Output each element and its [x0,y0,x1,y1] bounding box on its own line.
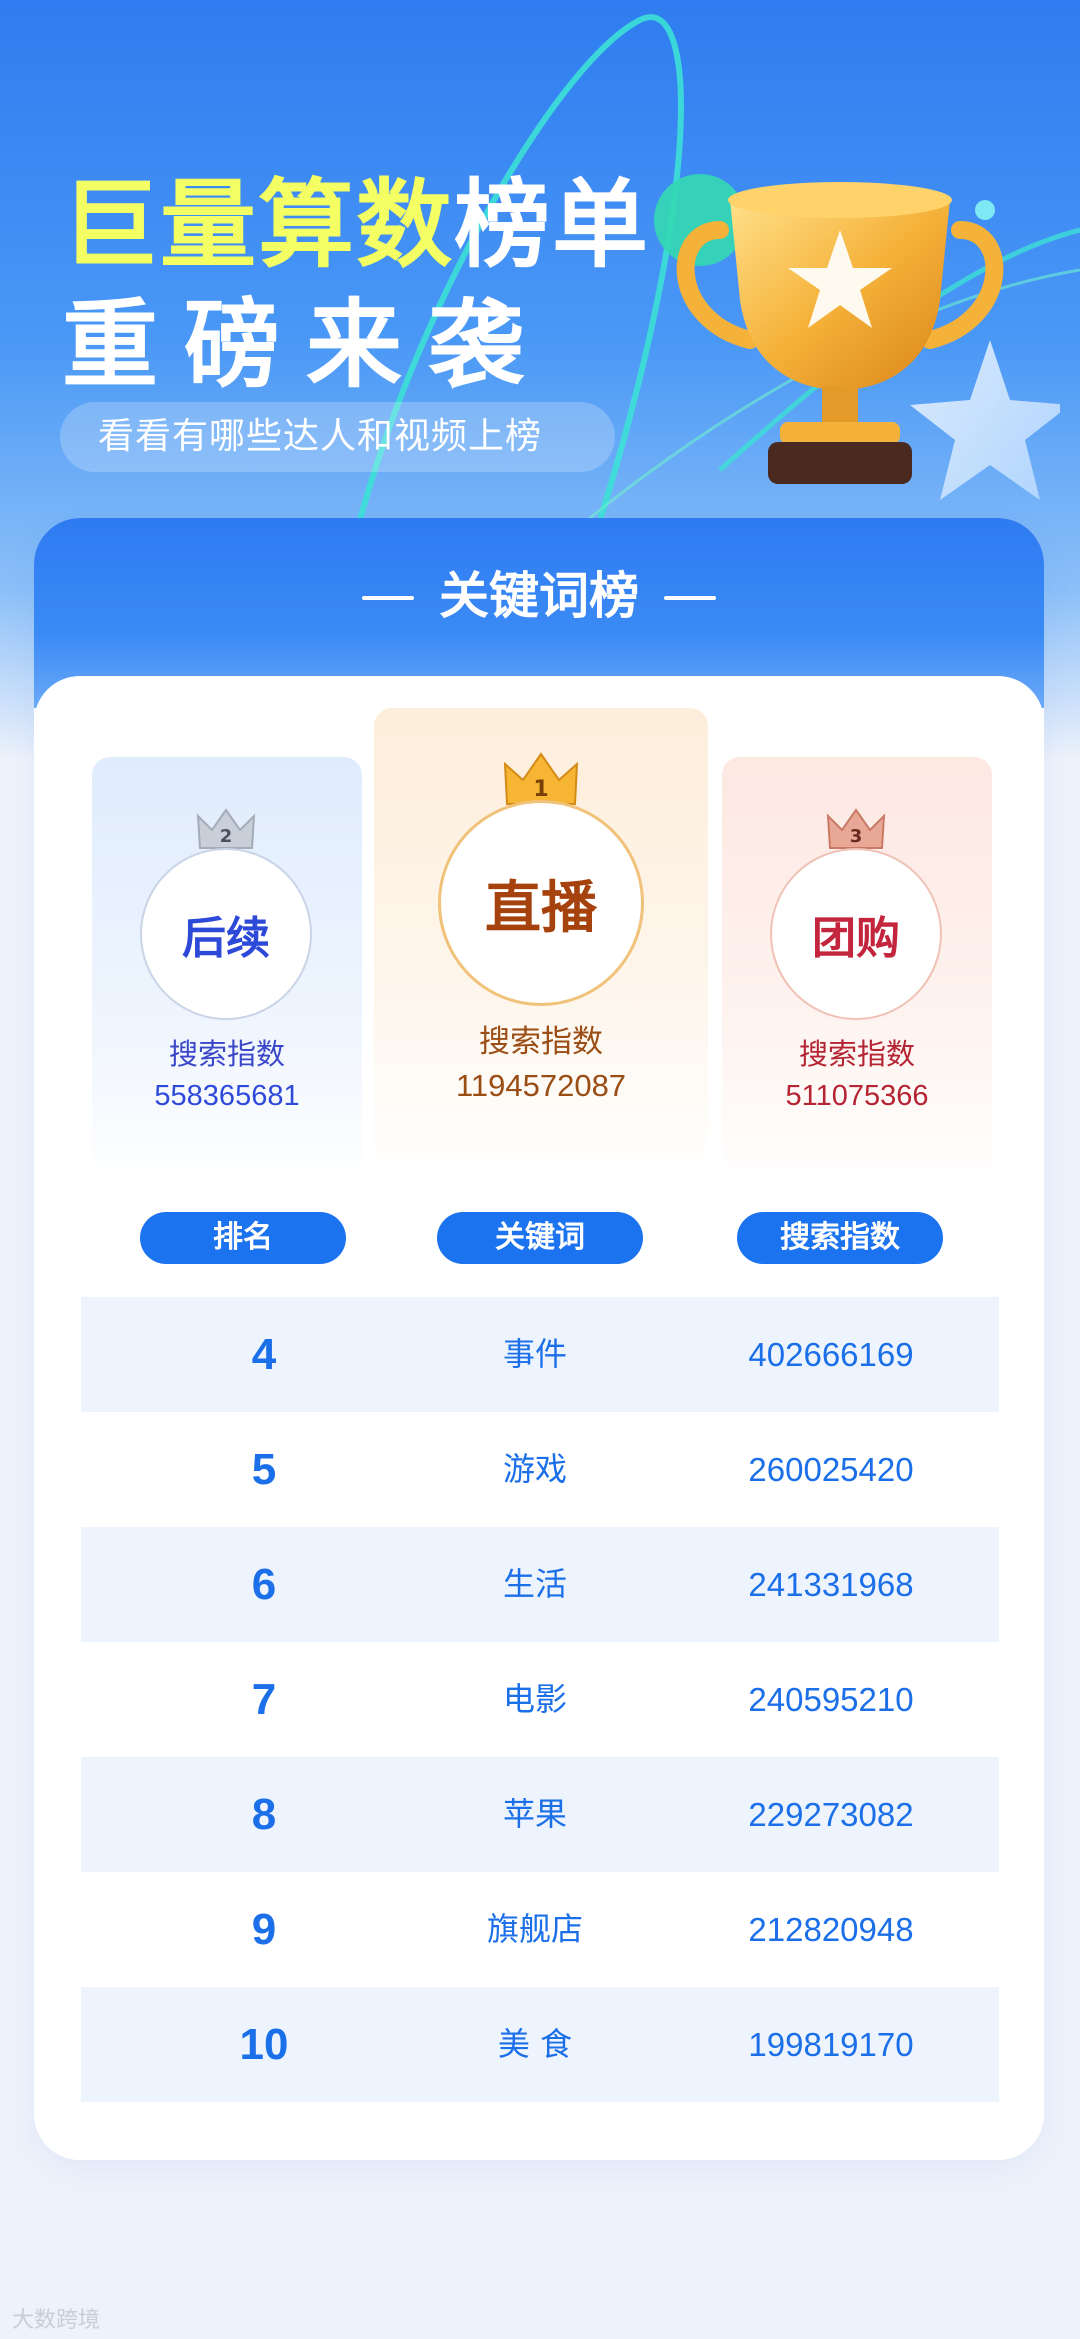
podium-keyword-3: 团购 [770,848,942,1020]
table-row[interactable]: 6 生活 241331968 [81,1527,999,1642]
watermark: 大数跨境 [12,2308,101,2333]
table-row[interactable]: 4 事件 402666169 [81,1297,999,1412]
row-keyword: 电影 [502,1680,567,1718]
crown-rank-3: 3 [850,826,863,847]
podium-keyword-2: 后续 [140,848,312,1020]
podium-value-1: 1194572087 [455,1068,627,1103]
row-search-index: 260025420 [748,1451,914,1488]
row-keyword: 事件 [502,1335,567,1373]
column-header-rank: 排名 [140,1212,346,1264]
row-rank: 8 [251,1790,277,1839]
podium-label-2: 搜索指数 [168,1037,285,1071]
row-search-index: 229273082 [748,1796,914,1833]
hero-title-rest: 榜单 [454,169,650,281]
row-keyword: 生活 [502,1565,567,1603]
title-dash-right [664,596,716,600]
table-row[interactable]: 10 美 食 199819170 [81,1987,999,2102]
hero-title-line1: 巨量算数榜单 [62,170,650,280]
row-search-index: 241331968 [748,1566,914,1603]
podium-value-2: 558365681 [154,1080,300,1112]
row-rank: 6 [251,1560,277,1609]
row-search-index: 212820948 [748,1911,914,1948]
row-rank: 4 [251,1330,277,1379]
hero-subtitle: 看看有哪些达人和视频上榜 [60,402,615,472]
podium-label-3: 搜索指数 [798,1037,915,1071]
silver-crown-icon: 2 [196,808,256,849]
bronze-crown-icon: 3 [826,808,886,849]
hero-title-line2: 重磅来袭 [62,289,550,401]
row-rank: 10 [239,2020,289,2069]
ranking-table: 4 事件 402666169 5 游戏 260025420 6 生活 24133… [81,1297,999,2102]
column-header-search-index: 搜索指数 [737,1212,943,1264]
table-row[interactable]: 9 旗舰店 212820948 [81,1872,999,1987]
row-keyword: 游戏 [502,1450,567,1488]
podium-label-1: 搜索指数 [479,1024,603,1060]
podium-keyword-1: 直播 [438,800,644,1006]
card-title: 关键词榜 [439,567,639,625]
crown-rank-1: 1 [533,777,548,802]
table-row[interactable]: 8 苹果 229273082 [81,1757,999,1872]
row-rank: 5 [251,1445,277,1494]
row-keyword: 旗舰店 [486,1910,583,1948]
trophy-icon [676,182,1060,500]
row-rank: 9 [251,1905,277,1954]
row-search-index: 199819170 [748,2026,914,2063]
row-rank: 7 [251,1675,277,1724]
row-keyword: 美 食 [497,2025,573,2063]
table-row[interactable]: 7 电影 240595210 [81,1642,999,1757]
crown-rank-2: 2 [220,826,233,847]
row-search-index: 402666169 [748,1336,914,1373]
podium-value-3: 511075366 [785,1080,929,1112]
hero-title-highlight: 巨量算数 [62,169,454,281]
row-keyword: 苹果 [502,1795,567,1833]
column-header-keyword: 关键词 [437,1212,643,1264]
table-row[interactable]: 5 游戏 260025420 [81,1412,999,1527]
row-search-index: 240595210 [748,1681,914,1718]
